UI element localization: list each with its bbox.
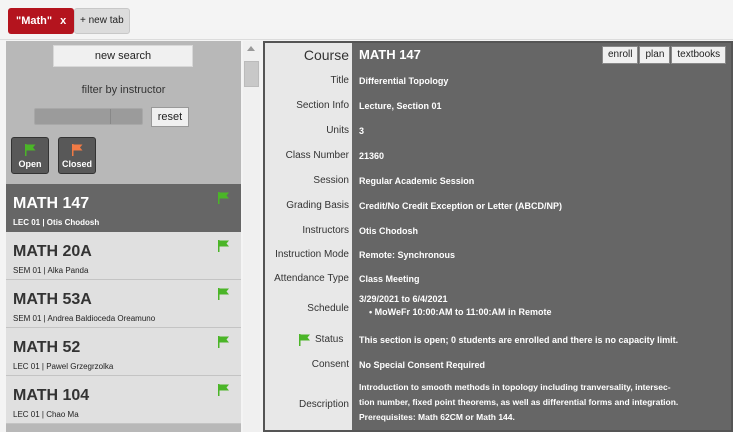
description-value: Introduction to smooth methods in topolo… [359,380,729,425]
course-section-info: LEC 01 | Pawel Grzegrzolka [13,362,114,371]
instructors-label: Instructors [265,225,349,236]
schedule-dates: 3/29/2021 to 6/4/2021 [359,294,448,304]
open-filter-button[interactable]: Open [11,137,49,174]
instructors-value: Otis Chodosh [359,226,418,236]
course-section-info: SEM 01 | Alka Panda [13,266,89,275]
grading-basis-label: Grading Basis [265,200,349,211]
sidebar: new search filter by instructor reset Op… [6,41,241,432]
flag-icon [218,192,229,204]
class-number-label: Class Number [265,150,349,161]
course-code: MATH 20A [13,243,92,260]
plan-button[interactable]: plan [639,46,671,64]
sidebar-scrollbar[interactable] [243,41,260,432]
course-section-info: LEC 01 | Otis Chodosh [13,218,100,227]
course-label: Course [303,47,349,63]
description-line: Introduction to smooth methods in topolo… [359,382,671,392]
filter-label: filter by instructor [81,84,166,96]
list-item[interactable]: MATH 104 LEC 01 | Chao Ma [6,376,241,424]
status-label: Status [315,334,344,345]
flag-icon [299,334,310,346]
course-code: MATH 147 [13,195,90,212]
tab-math[interactable]: "Math" x [8,8,75,34]
section-info-label: Section Info [265,100,349,111]
course-list: MATH 147 LEC 01 | Otis Chodosh MATH 20A … [6,184,241,424]
list-item[interactable]: MATH 147 LEC 01 | Otis Chodosh [6,184,241,232]
flag-icon [25,144,36,156]
flag-icon [218,288,229,300]
class-number-value: 21360 [359,151,385,161]
status-label-group: Status [295,334,349,346]
reset-button[interactable]: reset [151,107,189,127]
tab-bar: "Math" x + new tab [0,0,733,40]
new-search-button[interactable]: new search [53,45,193,67]
title-value: Differential Topology [359,76,449,86]
open-filter-label: Open [18,159,42,169]
flag-icon [218,384,229,396]
description-line: tion number, fixed point theorems, as we… [359,397,679,407]
consent-value: No Special Consent Required [359,360,486,370]
list-item[interactable]: MATH 53A SEM 01 | Andrea Baldioceda Orea… [6,280,241,328]
enroll-button[interactable]: enroll [602,46,639,64]
instruction-mode-value: Remote: Synchronous [359,250,456,260]
units-value: 3 [359,126,365,136]
units-label: Units [265,125,349,136]
new-tab-button[interactable]: + new tab [74,8,130,34]
grading-basis-value: Credit/No Credit Exception or Letter (AB… [359,201,563,211]
consent-label: Consent [265,359,349,370]
section-info-value: Lecture, Section 01 [359,101,442,111]
scroll-thumb[interactable] [244,61,259,87]
course-section-info: SEM 01 | Andrea Baldioceda Oreamuno [13,314,156,323]
course-detail-panel: Course MATH 147 enroll plan textbooks Ti… [263,41,733,432]
status-value: This section is open; 0 students are enr… [359,335,679,345]
list-item[interactable]: MATH 20A SEM 01 | Alka Panda [6,232,241,280]
course-code: MATH 53A [13,291,92,308]
slider-handle[interactable] [110,109,111,124]
description-line: Prerequisites: Math 62CM or Math 144. [359,412,515,422]
course-section-info: LEC 01 | Chao Ma [13,410,79,419]
schedule-item: • MoWeFr 10:00:AM to 11:00:AM in Remote [369,307,552,317]
attendance-type-label: Attendance Type [265,273,349,284]
list-item[interactable]: MATH 52 LEC 01 | Pawel Grzegrzolka [6,328,241,376]
instruction-mode-label: Instruction Mode [265,249,349,260]
instructor-filter-slider[interactable] [34,108,143,125]
textbooks-button[interactable]: textbooks [671,46,727,64]
flag-icon [72,144,83,156]
session-value: Regular Academic Session [359,176,475,186]
schedule-item-text: MoWeFr 10:00:AM to 11:00:AM in Remote [374,307,552,317]
scroll-up-icon[interactable] [247,46,255,51]
closed-filter-button[interactable]: Closed [58,137,96,174]
flag-icon [218,336,229,348]
tab-close-icon[interactable]: x [60,15,66,27]
action-buttons: enroll plan textbooks [601,46,727,64]
closed-filter-label: Closed [61,159,92,169]
course-code: MATH 104 [13,387,90,404]
session-label: Session [265,175,349,186]
schedule-label: Schedule [265,303,349,314]
tab-label: "Math" [16,15,53,27]
flag-icon [218,240,229,252]
description-label: Description [265,399,349,410]
course-title: MATH 147 [359,47,421,62]
course-code: MATH 52 [13,339,81,356]
title-label: Title [265,75,349,86]
attendance-type-value: Class Meeting [359,274,420,284]
